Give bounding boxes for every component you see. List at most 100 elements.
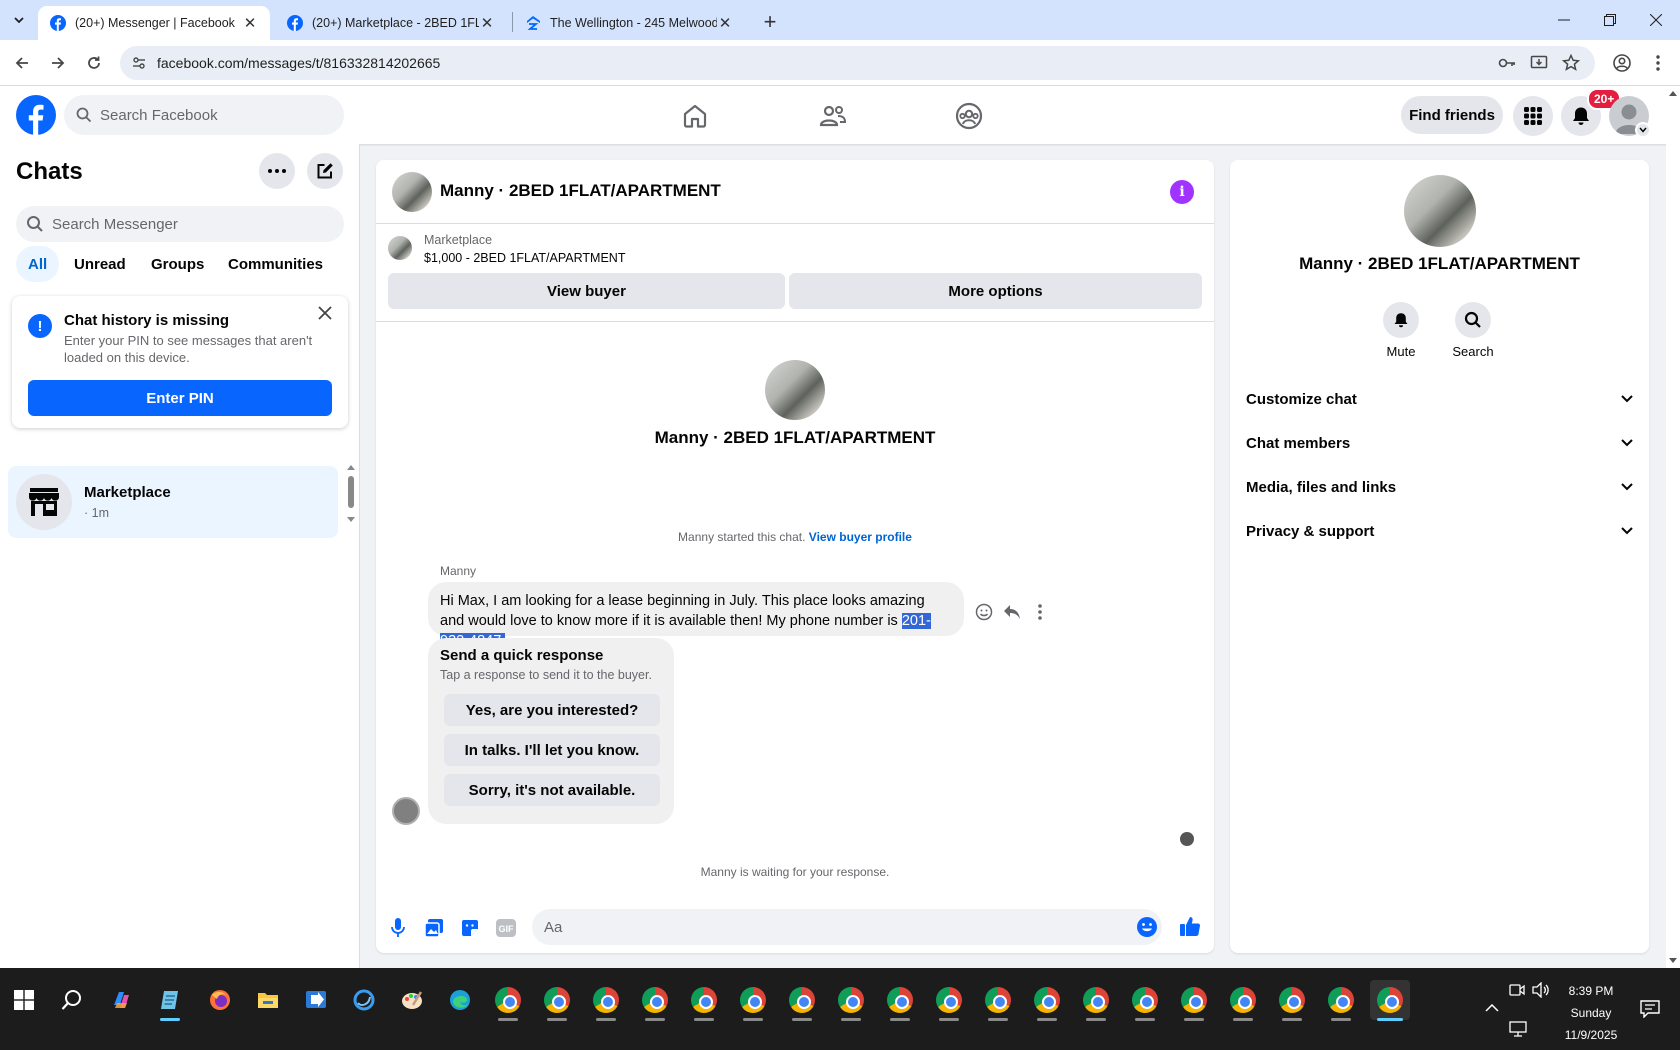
react-emoji-icon[interactable] — [972, 600, 996, 624]
more-actions-icon[interactable] — [1028, 600, 1052, 624]
skype-like-icon[interactable] — [344, 980, 384, 1020]
back-button[interactable] — [11, 52, 33, 74]
chrome-window-icon[interactable] — [1272, 980, 1312, 1021]
privacy-support-row[interactable]: Privacy & support — [1246, 511, 1633, 551]
tab-marketplace[interactable]: (20+) Marketplace - 2BED 1FLAT ✕ — [275, 6, 507, 40]
filter-all[interactable]: All — [16, 246, 60, 282]
chat-list-item[interactable]: Marketplace · 1m — [8, 466, 338, 538]
chat-list-scrollbar[interactable] — [346, 464, 356, 524]
paint-icon[interactable] — [392, 980, 432, 1020]
facebook-logo-icon[interactable] — [16, 95, 56, 135]
chrome-window-icon[interactable] — [831, 980, 871, 1021]
bookmark-star-icon[interactable] — [1562, 54, 1580, 72]
media-files-links-row[interactable]: Media, files and links — [1246, 467, 1633, 507]
quick-response-button[interactable]: Yes, are you interested? — [444, 694, 660, 726]
close-icon[interactable] — [318, 306, 332, 320]
customize-chat-row[interactable]: Customize chat — [1246, 379, 1633, 419]
filter-groups[interactable]: Groups — [139, 246, 216, 282]
chat-options-button[interactable] — [259, 153, 295, 189]
filter-communities[interactable]: Communities — [216, 246, 335, 282]
site-info-icon[interactable] — [132, 56, 146, 70]
tab-search-button[interactable] — [8, 9, 30, 31]
copilot-icon[interactable] — [102, 980, 142, 1020]
network-display-icon[interactable] — [1509, 1021, 1527, 1037]
chat-members-row[interactable]: Chat members — [1246, 423, 1633, 463]
remote-desktop-icon[interactable] — [296, 980, 336, 1020]
more-options-button[interactable]: More options — [789, 273, 1202, 309]
view-buyer-profile-link[interactable]: View buyer profile — [809, 530, 912, 544]
mute-button[interactable]: Mute — [1366, 302, 1436, 359]
new-message-button[interactable] — [307, 153, 343, 189]
chrome-window-icon[interactable] — [1223, 980, 1263, 1021]
message-input[interactable]: Aa — [532, 909, 1162, 945]
notification-center-icon[interactable] — [1640, 1000, 1660, 1018]
restore-button[interactable] — [1587, 0, 1633, 40]
chrome-window-icon[interactable] — [684, 980, 724, 1021]
chrome-window-icon[interactable] — [733, 980, 773, 1021]
contact-avatar[interactable] — [392, 172, 432, 212]
info-icon[interactable]: i — [1170, 180, 1194, 204]
photo-upload-icon[interactable] — [422, 916, 446, 940]
microphone-icon[interactable] — [386, 916, 410, 940]
profile-icon[interactable] — [1611, 52, 1633, 74]
reload-button[interactable] — [83, 52, 105, 74]
home-icon[interactable] — [677, 98, 713, 134]
password-key-icon[interactable] — [1498, 55, 1516, 71]
filter-unread[interactable]: Unread — [62, 246, 138, 282]
chrome-window-icon[interactable] — [586, 980, 626, 1021]
notepad-icon[interactable] — [150, 980, 190, 1021]
details-avatar[interactable] — [1404, 175, 1476, 247]
chrome-window-icon[interactable] — [1321, 980, 1361, 1021]
message-bubble[interactable]: Hi Max, I am looking for a lease beginni… — [428, 582, 964, 649]
edge-icon[interactable] — [440, 980, 480, 1020]
sender-avatar[interactable] — [392, 797, 420, 825]
gif-icon[interactable]: GIF — [494, 916, 518, 940]
chrome-window-icon[interactable] — [929, 980, 969, 1021]
search-in-chat-button[interactable]: Search — [1438, 302, 1508, 359]
find-friends-button[interactable]: Find friends — [1401, 96, 1503, 134]
show-hidden-icons-chevron-up-icon[interactable] — [1472, 988, 1512, 1028]
tab-wellington[interactable]: The Wellington - 245 Melwood ✕ — [513, 6, 745, 40]
friends-icon[interactable] — [815, 98, 851, 134]
view-buyer-button[interactable]: View buyer — [388, 273, 785, 309]
buyer-profile-photo[interactable] — [765, 360, 825, 420]
omnibox[interactable]: facebook.com/messages/t/816332814202665 — [120, 46, 1595, 80]
tab-messenger[interactable]: (20+) Messenger | Facebook ✕ — [38, 6, 270, 40]
chrome-window-icon[interactable] — [488, 980, 528, 1021]
quick-response-button[interactable]: In talks. I'll let you know. — [444, 734, 660, 766]
taskbar-search-icon[interactable] — [52, 980, 92, 1020]
close-tab-icon[interactable]: ✕ — [479, 15, 495, 32]
reply-icon[interactable] — [1000, 600, 1024, 624]
page-scrollbar[interactable] — [1666, 86, 1680, 968]
menu-grid-icon[interactable] — [1513, 96, 1553, 136]
listing-title[interactable]: $1,000 - 2BED 1FLAT/APARTMENT — [424, 251, 625, 265]
chrome-window-icon[interactable] — [880, 980, 920, 1021]
chrome-window-icon[interactable] — [782, 980, 822, 1021]
chrome-window-icon[interactable] — [1125, 980, 1165, 1021]
facebook-search-input[interactable]: Search Facebook — [64, 95, 344, 135]
minimize-button[interactable] — [1541, 0, 1587, 40]
browser-menu-icon[interactable] — [1647, 52, 1669, 74]
chrome-window-icon[interactable] — [978, 980, 1018, 1021]
messenger-search-input[interactable]: Search Messenger — [16, 206, 344, 242]
forward-button[interactable] — [47, 52, 69, 74]
new-tab-button[interactable]: + — [758, 9, 782, 35]
listing-thumbnail[interactable] — [388, 236, 412, 260]
account-chevron-down-icon[interactable] — [1635, 122, 1651, 138]
sticker-icon[interactable] — [458, 916, 482, 940]
close-window-button[interactable] — [1633, 0, 1679, 40]
firefox-icon[interactable] — [200, 980, 240, 1020]
chrome-window-icon[interactable] — [635, 980, 675, 1021]
quick-response-button[interactable]: Sorry, it's not available. — [444, 774, 660, 806]
chrome-window-icon-active[interactable] — [1370, 980, 1410, 1021]
close-tab-icon[interactable]: ✕ — [717, 15, 733, 32]
close-tab-icon[interactable]: ✕ — [242, 15, 258, 32]
groups-icon[interactable] — [951, 98, 987, 134]
chrome-window-icon[interactable] — [1174, 980, 1214, 1021]
meet-now-icon[interactable] — [1509, 982, 1525, 998]
enter-pin-button[interactable]: Enter PIN — [28, 380, 332, 416]
like-thumb-icon[interactable] — [1178, 914, 1202, 938]
chrome-window-icon[interactable] — [537, 980, 577, 1021]
emoji-icon[interactable] — [1136, 916, 1158, 938]
conversation-title[interactable]: Manny · 2BED 1FLAT/APARTMENT — [440, 181, 721, 201]
